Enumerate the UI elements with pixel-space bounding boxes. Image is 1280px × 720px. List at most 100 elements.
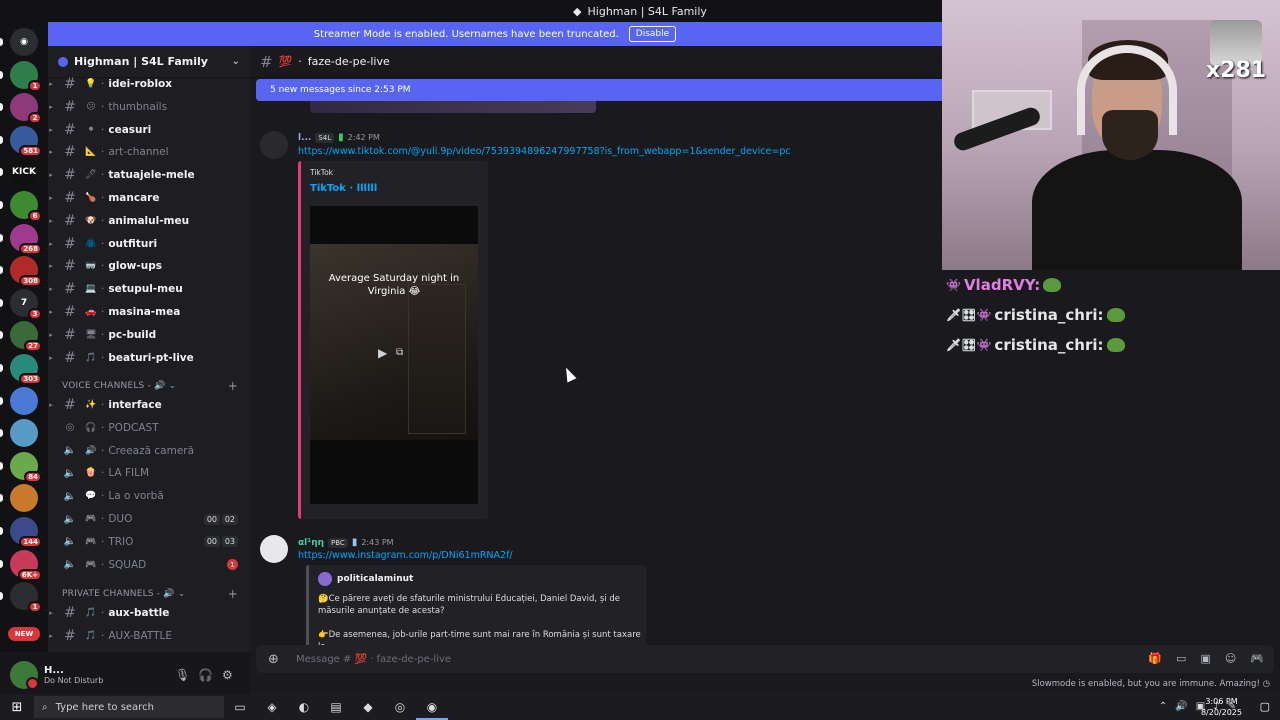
- sidebar-item-la-o-vorb-[interactable]: 🔈 💬 · La o vorbă: [48, 485, 250, 507]
- gift-alert: x281: [1206, 20, 1272, 86]
- sticker-icon[interactable]: ▣: [1200, 652, 1210, 665]
- chevron-right-icon: ▸: [49, 401, 53, 409]
- sidebar-item-setupul-meu[interactable]: ▸ # 💻 · setupul-meu: [48, 278, 250, 300]
- sidebar-item-tatuajele-mele[interactable]: ▸ # 🖊 · tatuajele-mele: [48, 164, 250, 186]
- hash-icon: #: [64, 397, 76, 413]
- discord-icon[interactable]: ◉: [10, 28, 38, 56]
- open-external-icon[interactable]: ⧉: [396, 347, 403, 358]
- sidebar-item-glow-ups[interactable]: ▸ # 🥽 · glow-ups: [48, 255, 250, 277]
- task-view-icon[interactable]: ▭: [224, 694, 256, 720]
- server-avatar[interactable]: 6: [10, 191, 42, 222]
- new-messages-bar[interactable]: 5 new messages since 2:53 PM: [256, 79, 942, 101]
- channel-separator: ·: [101, 444, 105, 457]
- video-player[interactable]: Average Saturday night in Virginia 😂 ▶ ⧉: [310, 206, 478, 504]
- add-channel-icon[interactable]: +: [228, 587, 238, 601]
- channel-separator: ·: [101, 421, 105, 434]
- mention-badge: 27: [24, 340, 42, 353]
- microphone-icon[interactable]: 🎙: [175, 668, 190, 682]
- message-link[interactable]: https://www.instagram.com/p/DNi61mRNA2f/: [298, 550, 513, 561]
- sidebar-item-aux-battle[interactable]: ▸ # 🎵 · aux-battle: [48, 602, 250, 624]
- play-icon[interactable]: ▶: [378, 346, 387, 360]
- server-avatar[interactable]: [10, 386, 38, 415]
- server-avatar[interactable]: 303: [10, 354, 42, 385]
- message-composer[interactable]: ⊕ Message # 💯 · faze-de-pe-live 🎁 ▭ ▣ ☺ …: [256, 645, 1274, 673]
- headphones-icon[interactable]: 🎧: [198, 668, 213, 682]
- sidebar-item-la-film[interactable]: 🔈 🍿 · LA FILM: [48, 462, 250, 484]
- discord-taskbar-icon[interactable]: ◉: [416, 694, 448, 720]
- sidebar-item-creeaz-camer-[interactable]: 🔈 🔊 · Creează cameră: [48, 440, 250, 462]
- avatar[interactable]: [10, 661, 39, 690]
- taskbar-clock[interactable]: 3:06 PM 8/20/2025: [1201, 696, 1242, 718]
- message-time: 2:43 PM: [361, 538, 394, 547]
- server-avatar[interactable]: 2: [10, 93, 42, 125]
- server-avatar[interactable]: 144: [10, 517, 42, 548]
- server-avatar[interactable]: [10, 484, 38, 513]
- emoji-icon[interactable]: ☺: [1225, 652, 1236, 665]
- gear-icon[interactable]: ⚙: [222, 668, 233, 682]
- windows-start-icon[interactable]: ⊞: [0, 700, 34, 715]
- server-avatar[interactable]: 1: [10, 60, 42, 92]
- sidebar-item-mancare[interactable]: ▸ # 🍗 · mancare: [48, 187, 250, 209]
- sidebar-item-thumbnails[interactable]: ▸ # 😕 · thumbnails: [48, 96, 250, 118]
- clock-date: 8/20/2025: [1200, 708, 1242, 717]
- sidebar-item-label: mancare: [108, 192, 160, 204]
- sidebar-item-pc-build[interactable]: ▸ # 🖥 · pc-build: [48, 324, 250, 346]
- server-avatar[interactable]: 6K+: [10, 549, 42, 581]
- sidebar-item-beaturi-pt-live[interactable]: ▸ # 🎵 · beaturi-pt-live: [48, 347, 250, 369]
- channel-category[interactable]: VOICE CHANNELS - 🔊 ⌄ +: [48, 377, 250, 395]
- voice-icon: 🔈: [63, 445, 77, 457]
- sidebar-item-art-channel[interactable]: ▸ # 📐 · art-channel: [48, 141, 250, 163]
- server-avatar[interactable]: [10, 419, 38, 448]
- server-avatar[interactable]: 581: [10, 125, 42, 157]
- edge-icon[interactable]: ◐: [288, 694, 320, 720]
- embed-author-name[interactable]: politicalaminut: [337, 574, 413, 584]
- sidebar-item-squad[interactable]: 🔈 🎮 · SQUAD 1: [48, 554, 250, 576]
- disable-streamer-mode-button[interactable]: Disable: [628, 26, 677, 42]
- server-avatar[interactable]: 308: [10, 256, 42, 288]
- brave-icon[interactable]: ◆: [352, 694, 384, 720]
- chevron-down-icon[interactable]: ⌄: [232, 56, 240, 67]
- sidebar-item-trio[interactable]: 🔈 🎮 · TRIO 03 00: [48, 531, 250, 553]
- sidebar-item-idei-roblox[interactable]: ▸ # 💡 · idei-roblox: [48, 73, 250, 95]
- sidebar-item-animalul-meu[interactable]: ▸ # 🐶 · animalul-meu: [48, 210, 250, 232]
- chevron-up-icon[interactable]: ⌃: [1159, 701, 1167, 712]
- sidebar-item-duo[interactable]: 🔈 🎮 · DUO 02 00: [48, 508, 250, 530]
- chevron-right-icon: ▸: [49, 125, 53, 134]
- sidebar-item-aux-battle[interactable]: ▸ # 🎵 · AUX-BATTLE: [48, 625, 250, 647]
- server-avatar[interactable]: 73: [10, 288, 42, 320]
- channel-category[interactable]: PRIVATE CHANNELS - 🔊 ⌄ +: [48, 585, 250, 603]
- sidebar-item-podcast[interactable]: ◎ 🎧 · PODCAST: [48, 417, 250, 439]
- message-input[interactable]: Message # 💯 · faze-de-pe-live: [296, 654, 451, 665]
- add-attachment-icon[interactable]: ⊕: [268, 652, 282, 667]
- gift-icon[interactable]: 🎁: [1148, 652, 1162, 665]
- sidebar-item-interface[interactable]: ▸ # ✨ · interface: [48, 394, 250, 416]
- chevron-right-icon: ▸: [49, 285, 53, 294]
- file-explorer-icon[interactable]: ▤: [320, 694, 352, 720]
- server-avatar[interactable]: 268: [10, 223, 42, 255]
- kick-icon[interactable]: KICK: [10, 158, 38, 187]
- avatar[interactable]: [260, 131, 288, 159]
- server-avatar[interactable]: 84: [10, 451, 42, 483]
- gif-icon[interactable]: ▭: [1176, 652, 1186, 665]
- server-avatar[interactable]: 27: [10, 321, 42, 353]
- channel-separator: ·: [298, 55, 302, 68]
- avatar[interactable]: [260, 535, 288, 563]
- message-author[interactable]: l...: [298, 133, 311, 143]
- user-status: Do Not Disturb: [44, 676, 104, 685]
- badge-icon: ▮: [351, 537, 358, 548]
- notification-icon[interactable]: ▢: [1260, 700, 1270, 713]
- message-author[interactable]: αl¹ηη: [298, 538, 324, 548]
- sidebar-item-masina-mea[interactable]: ▸ # 🚗 · masina-mea: [48, 301, 250, 323]
- steam-icon[interactable]: ◎: [384, 694, 416, 720]
- server-avatar[interactable]: 1: [10, 582, 42, 614]
- sidebar-item-ceasuri[interactable]: ▸ # ⚫ · ceasuri: [48, 119, 250, 141]
- embed-title[interactable]: TikTok · llllll: [310, 183, 377, 194]
- activities-icon[interactable]: 🎮: [1250, 652, 1264, 665]
- add-channel-icon[interactable]: +: [228, 379, 238, 393]
- sidebar-item-outfituri[interactable]: ▸ # 🧥 · outfituri: [48, 233, 250, 255]
- message-link[interactable]: https://www.tiktok.com/@yuli.9p/video/75…: [298, 146, 791, 157]
- taskbar-search[interactable]: ⌕ Type here to search: [34, 696, 224, 718]
- streamer-mode-text: Streamer Mode is enabled. Usernames have…: [313, 28, 619, 40]
- copilot-icon[interactable]: ◈: [256, 694, 288, 720]
- speaker-icon[interactable]: 🔊: [1175, 701, 1187, 712]
